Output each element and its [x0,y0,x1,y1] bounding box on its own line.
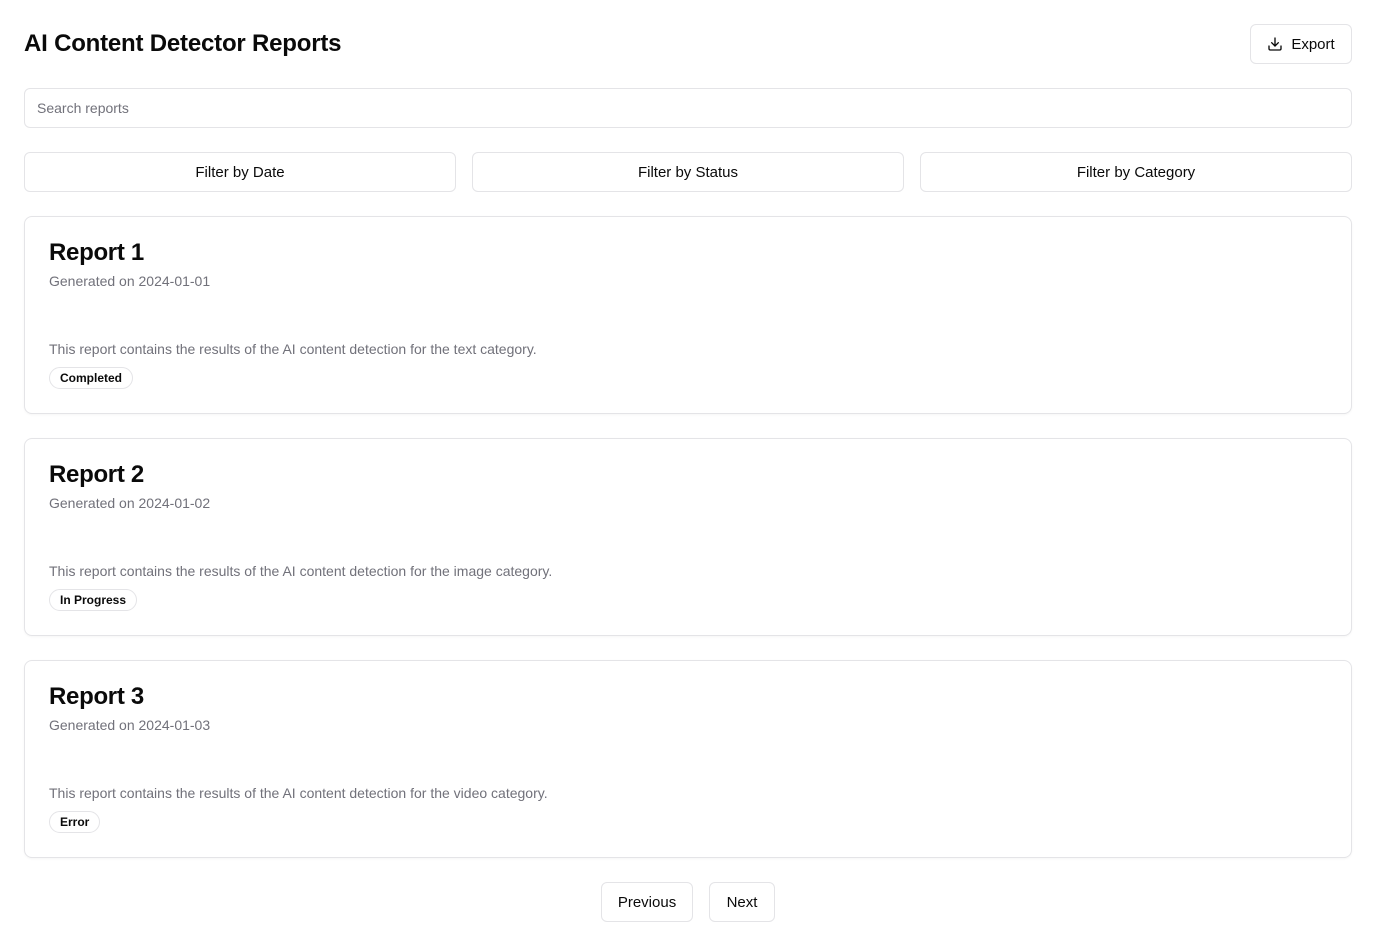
previous-page-button[interactable]: Previous [601,882,693,922]
report-card[interactable]: Report 3 Generated on 2024-01-03 This re… [24,660,1352,858]
filter-by-date-button[interactable]: Filter by Date [24,152,456,192]
pagination: Previous Next [0,882,1376,922]
report-card[interactable]: Report 2 Generated on 2024-01-02 This re… [24,438,1352,636]
filter-bar: Filter by Date Filter by Status Filter b… [24,152,1352,192]
report-description: This report contains the results of the … [49,563,553,579]
page-header: AI Content Detector Reports Export [24,24,1352,64]
search-bar [24,88,1352,128]
filter-by-category-button[interactable]: Filter by Category [920,152,1352,192]
report-description: This report contains the results of the … [49,341,537,357]
status-badge: Completed [49,367,134,389]
report-title: Report 2 [49,461,144,488]
status-badge: Error [49,811,101,833]
report-card[interactable]: Report 1 Generated on 2024-01-01 This re… [24,216,1352,414]
export-label: Export [1291,35,1335,53]
report-title: Report 3 [49,683,144,710]
page-title: AI Content Detector Reports [24,30,342,57]
report-title: Report 1 [49,239,144,266]
export-button[interactable]: Export [1250,24,1352,64]
filter-by-status-button[interactable]: Filter by Status [472,152,904,192]
reports-page: AI Content Detector Reports Export Filte… [0,0,1376,946]
status-badge: In Progress [49,589,138,611]
next-page-button[interactable]: Next [709,882,775,922]
report-date: Generated on 2024-01-01 [49,273,211,289]
search-input[interactable] [24,88,1352,128]
report-date: Generated on 2024-01-03 [49,717,211,733]
report-description: This report contains the results of the … [49,785,548,801]
download-icon [1267,36,1283,52]
report-date: Generated on 2024-01-02 [49,495,211,511]
